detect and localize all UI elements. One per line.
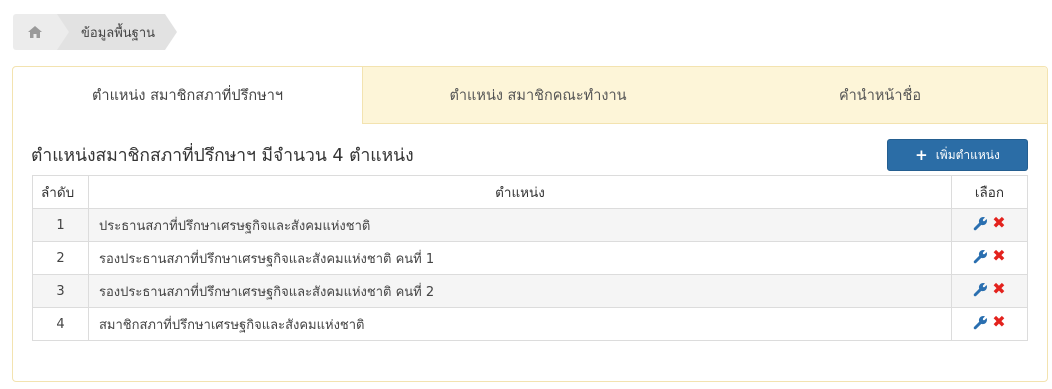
row-position: สมาชิกสภาที่ปรึกษาเศรษฐกิจและสังคมแห่งชา… [88, 307, 952, 341]
row-position: รองประธานสภาที่ปรึกษาเศรษฐกิจและสังคมแห่… [88, 274, 952, 308]
header-position: ตำแหน่ง [88, 175, 952, 209]
delete-icon[interactable]: ✖ [992, 314, 1005, 330]
tab-working-group-positions[interactable]: ตำแหน่ง สมาชิกคณะทำงาน [363, 67, 713, 123]
tab-name-prefixes[interactable]: คำนำหน้าชื่อ [713, 67, 1047, 123]
table-header-row: ลำดับ ตำแหน่ง เลือก [32, 175, 1028, 209]
wrench-icon[interactable] [973, 282, 988, 297]
delete-icon[interactable]: ✖ [992, 281, 1005, 297]
row-no: 2 [32, 241, 89, 275]
row-actions: ✖ [951, 274, 1028, 308]
table-row: 1 ประธานสภาที่ปรึกษาเศรษฐกิจและสังคมแห่ง… [32, 208, 1028, 242]
positions-table: ลำดับ ตำแหน่ง เลือก 1 ประธานสภาที่ปรึกษา… [32, 175, 1028, 341]
table-row: 3 รองประธานสภาที่ปรึกษาเศรษฐกิจและสังคมแ… [32, 274, 1028, 308]
add-position-label: เพิ่มตำแหน่ง [935, 147, 1000, 162]
wrench-icon[interactable] [973, 315, 988, 330]
tab-council-positions[interactable]: ตำแหน่ง สมาชิกสภาที่ปรึกษาฯ [13, 67, 363, 124]
delete-icon[interactable]: ✖ [992, 248, 1005, 264]
row-actions: ✖ [951, 208, 1028, 242]
header-select: เลือก [951, 175, 1028, 209]
header-no: ลำดับ [32, 175, 89, 209]
table-row: 2 รองประธานสภาที่ปรึกษาเศรษฐกิจและสังคมแ… [32, 241, 1028, 275]
breadcrumb-home[interactable] [13, 14, 57, 50]
breadcrumb-end [165, 14, 178, 50]
row-actions: ✖ [951, 307, 1028, 341]
breadcrumb-current[interactable]: ข้อมูลพื้นฐาน [69, 14, 166, 50]
home-icon [28, 26, 42, 38]
row-position: ประธานสภาที่ปรึกษาเศรษฐกิจและสังคมแห่งชา… [88, 208, 952, 242]
row-position: รองประธานสภาที่ปรึกษาเศรษฐกิจและสังคมแห่… [88, 241, 952, 275]
row-actions: ✖ [951, 241, 1028, 275]
breadcrumb-separator [57, 14, 69, 50]
row-no: 3 [32, 274, 89, 308]
section-heading: ตำแหน่งสมาชิกสภาที่ปรึกษาฯ มีจำนวน 4 ตำแ… [31, 146, 414, 166]
table-row: 4 สมาชิกสภาที่ปรึกษาเศรษฐกิจและสังคมแห่ง… [32, 307, 1028, 341]
delete-icon[interactable]: ✖ [992, 215, 1005, 231]
main-panel: ตำแหน่ง สมาชิกสภาที่ปรึกษาฯ ตำแหน่ง สมาช… [12, 66, 1048, 382]
wrench-icon[interactable] [973, 216, 988, 231]
row-no: 1 [32, 208, 89, 242]
row-no: 4 [32, 307, 89, 341]
add-position-button[interactable]: + เพิ่มตำแหน่ง [887, 139, 1028, 171]
tab-bar: ตำแหน่ง สมาชิกสภาที่ปรึกษาฯ ตำแหน่ง สมาช… [13, 67, 1047, 124]
plus-icon: + [915, 145, 928, 164]
breadcrumb: ข้อมูลพื้นฐาน [13, 14, 178, 50]
wrench-icon[interactable] [973, 249, 988, 264]
